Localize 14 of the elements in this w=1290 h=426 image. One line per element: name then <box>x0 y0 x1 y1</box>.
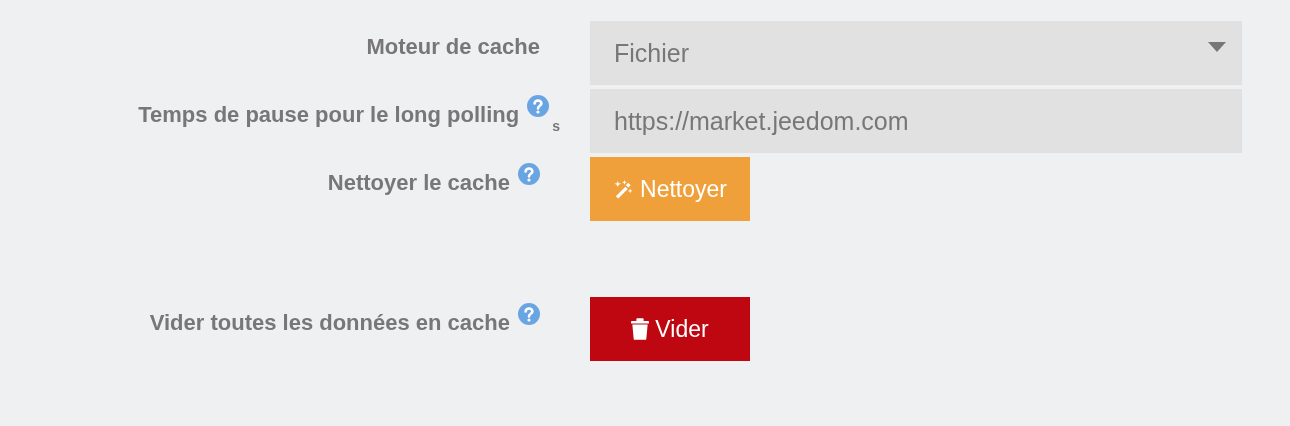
field-label: Vider toutes les données en cache <box>149 310 510 336</box>
input-field[interactable]: https://market.jeedom.com <box>590 89 1242 153</box>
trash-icon <box>631 318 650 340</box>
help-icon[interactable] <box>518 303 540 325</box>
empty-button[interactable]: Vider <box>590 297 750 361</box>
help-icon[interactable] <box>518 163 540 185</box>
unit-label: s <box>552 118 560 134</box>
clean-button[interactable]: Nettoyer <box>590 157 750 221</box>
field-label: Temps de pause pour le long polling <box>138 102 520 128</box>
field-label: Nettoyer le cache <box>327 170 510 196</box>
caret-icon <box>1208 42 1226 52</box>
cache-engine-dropdown[interactable]: Fichier <box>590 21 1242 85</box>
help-icon[interactable] <box>527 95 550 117</box>
field-label: Moteur de cache <box>366 34 540 60</box>
